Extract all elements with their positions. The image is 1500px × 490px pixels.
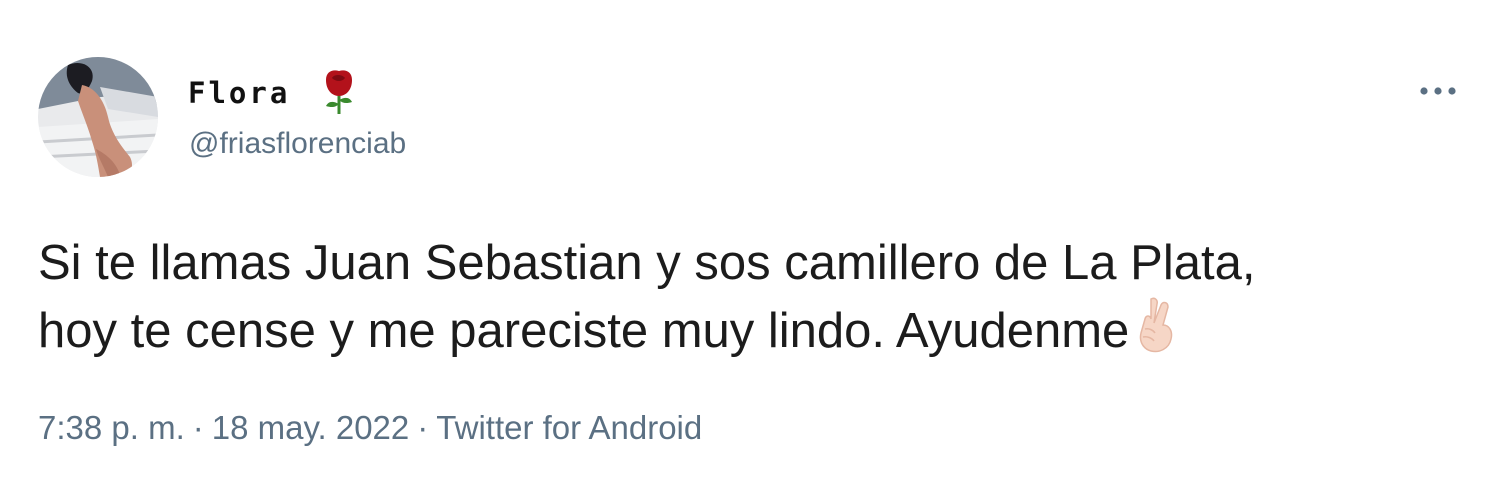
display-name[interactable]: Flora [188,76,290,110]
crossed-fingers-icon [1133,295,1179,369]
tweet-card: Flora @friasflorenciab Si te llamas Juan… [0,0,1500,490]
tweet-date[interactable]: 18 may. 2022 [212,409,410,446]
more-options-icon[interactable] [1414,76,1462,106]
tweet-text-line: Si te llamas Juan Sebastian y sos camill… [38,236,1256,290]
avatar[interactable] [38,57,158,177]
meta-separator: · [417,409,429,446]
tweet-text-line: hoy te cense y me pareciste muy lindo. A… [38,295,1458,369]
tweet-text-segment: hoy te cense y me pareciste muy lindo. A… [38,304,1130,358]
meta-separator: · [192,409,204,446]
handle[interactable]: @friasflorenciab [189,127,406,161]
tweet-text: Si te llamas Juan Sebastian y sos camill… [38,232,1458,369]
tweet-metadata: 7:38 p. m. · 18 may. 2022 · Twitter for Andr… [38,409,702,447]
tweet-time[interactable]: 7:38 p. m. [38,409,185,446]
rose-icon [322,68,356,121]
tweet-source[interactable]: Twitter for Android [436,409,702,446]
